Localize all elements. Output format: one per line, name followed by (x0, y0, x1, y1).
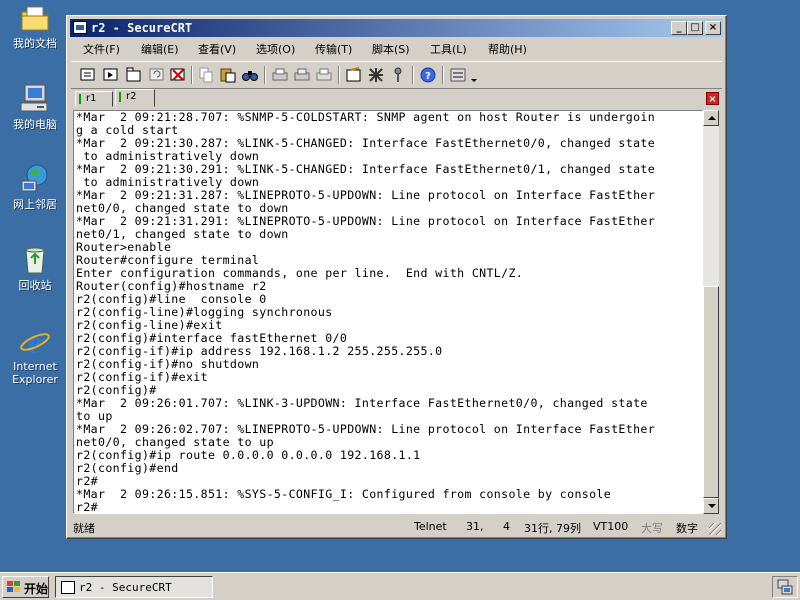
toolbar-separator (191, 66, 193, 84)
vertical-scrollbar[interactable] (703, 110, 719, 514)
window-title: r2 - SecureCRT (91, 21, 193, 35)
system-tray (772, 576, 798, 598)
tab-r2[interactable]: r2 (115, 89, 155, 107)
status-num-lock: 数字 (676, 522, 698, 535)
session-options-icon[interactable] (345, 66, 363, 84)
status-rows-cols: 31行, 79列 (524, 522, 581, 535)
network-places-icon (19, 163, 51, 195)
taskbar-button-label: r2 - SecureCRT (79, 581, 172, 594)
desktop-icon-label: 我的电脑 (13, 118, 57, 131)
my-computer-icon (19, 83, 51, 115)
terminal-line: r2(config-if)#exit (76, 370, 208, 384)
network-tray-icon[interactable] (773, 577, 797, 597)
desktop-icon-label: 我的文档 (13, 37, 57, 50)
terminal-line: r2(config)#end (76, 461, 179, 475)
desktop-icon-recycle-bin[interactable]: 回收站 (4, 244, 66, 292)
menu-tools[interactable]: 工具(L) (430, 41, 467, 57)
terminal-text: *Mar 2 09:21:28.707: %SNMP-5-COLDSTART: … (76, 111, 655, 514)
print-selection-icon[interactable] (293, 66, 311, 84)
toolbar: ? (71, 61, 722, 89)
desktop-icon-label: 回收站 (18, 279, 52, 292)
sftp-icon[interactable] (449, 66, 467, 84)
terminal-output[interactable]: *Mar 2 09:21:28.707: %SNMP-5-COLDSTART: … (73, 110, 703, 514)
start-label: 开始 (24, 582, 49, 596)
desktop-icon-my-documents[interactable]: 我的文档 (4, 2, 66, 50)
internet-explorer-icon: e (19, 324, 51, 360)
menu-script[interactable]: 脚本(S) (372, 41, 410, 57)
scroll-thumb[interactable] (703, 286, 719, 498)
recycle-bin-icon (19, 244, 51, 276)
start-button[interactable]: 开始 (2, 576, 49, 598)
toolbar-overflow-icon[interactable] (469, 66, 479, 84)
terminal-line: *Mar 2 09:26:01.707: %LINK-3-UPDOWN: Int… (76, 396, 648, 410)
status-emulation: VT100 (593, 520, 629, 533)
toolbar-separator (442, 66, 444, 84)
connect-icon[interactable] (79, 66, 97, 84)
menu-options[interactable]: 选项(O) (256, 41, 295, 57)
securecrt-app-icon (61, 581, 75, 594)
menu-file[interactable]: 文件(F) (83, 41, 120, 57)
disconnect-icon[interactable] (169, 66, 187, 84)
terminal-line: *Mar 2 09:26:15.851: %SYS-5-CONFIG_I: Co… (76, 487, 612, 501)
title-bar[interactable]: r2 - SecureCRT _ □ × (70, 19, 723, 37)
close-tab-icon[interactable]: × (706, 92, 719, 105)
scroll-down-button[interactable] (703, 498, 719, 514)
print-setup-icon[interactable] (315, 66, 333, 84)
connect-in-tab-icon[interactable] (125, 66, 143, 84)
arrow-down-icon (708, 504, 716, 508)
keymap-icon[interactable] (389, 66, 407, 84)
status-bar: 就绪 Telnet 31, 4 31行, 79列 VT100 大写 数字 (71, 516, 722, 536)
tab-label: r2 (126, 91, 137, 102)
menu-bar: 文件(F) 编辑(E) 查看(V) 选项(O) 传输(T) 脚本(S) 工具(L… (71, 39, 722, 59)
print-icon[interactable] (271, 66, 289, 84)
scroll-up-button[interactable] (703, 110, 719, 126)
arrow-up-icon (708, 116, 716, 120)
status-col: 4 (503, 520, 510, 533)
desktop-icon-network-places[interactable]: 网上邻居 (4, 163, 66, 211)
svg-text:?: ? (425, 71, 431, 82)
paste-icon[interactable] (219, 66, 237, 84)
my-documents-icon (19, 2, 51, 34)
menu-help[interactable]: 帮助(H) (488, 41, 527, 57)
status-row: 31, (466, 520, 484, 533)
desktop-icon-label: 网上邻居 (13, 198, 57, 211)
help-icon[interactable]: ? (419, 66, 437, 84)
find-icon[interactable] (241, 66, 259, 84)
taskbar-button-securecrt[interactable]: r2 - SecureCRT (55, 576, 213, 598)
menu-view[interactable]: 查看(V) (198, 41, 236, 57)
tab-label: r1 (86, 93, 97, 104)
windows-logo-icon (7, 581, 21, 593)
terminal-line: r2# (76, 500, 98, 514)
reconnect-icon[interactable] (148, 66, 166, 84)
menu-transfer[interactable]: 传输(T) (315, 41, 352, 57)
securecrt-window: r2 - SecureCRT _ □ × 文件(F) 编辑(E) 查看(V) 选… (66, 15, 727, 539)
toolbar-separator (338, 66, 340, 84)
menu-edit[interactable]: 编辑(E) (141, 41, 179, 57)
securecrt-app-icon (73, 21, 87, 34)
global-options-icon[interactable] (367, 66, 385, 84)
status-ready: 就绪 (73, 522, 95, 535)
toolbar-separator (412, 66, 414, 84)
close-button[interactable]: × (705, 21, 721, 35)
desktop-icon-internet-explorer[interactable]: e Internet Explorer (4, 324, 66, 386)
desktop-icon-label: Internet Explorer (12, 360, 58, 386)
status-caps-lock: 大写 (641, 522, 663, 535)
resize-grip-icon[interactable] (709, 523, 721, 535)
connected-indicator-icon (79, 94, 81, 104)
toolbar-separator (264, 66, 266, 84)
maximize-button[interactable]: □ (687, 21, 703, 35)
session-tab-bar: r1 r2 × (71, 89, 722, 107)
taskbar: 开始 r2 - SecureCRT (0, 572, 800, 600)
quick-connect-icon[interactable] (102, 66, 120, 84)
tab-r1[interactable]: r1 (75, 91, 113, 107)
svg-text:e: e (28, 325, 42, 357)
desktop-icon-my-computer[interactable]: 我的电脑 (4, 83, 66, 131)
status-protocol: Telnet (414, 520, 447, 533)
connected-indicator-icon (119, 92, 121, 102)
minimize-button[interactable]: _ (671, 21, 687, 35)
copy-icon[interactable] (197, 66, 215, 84)
